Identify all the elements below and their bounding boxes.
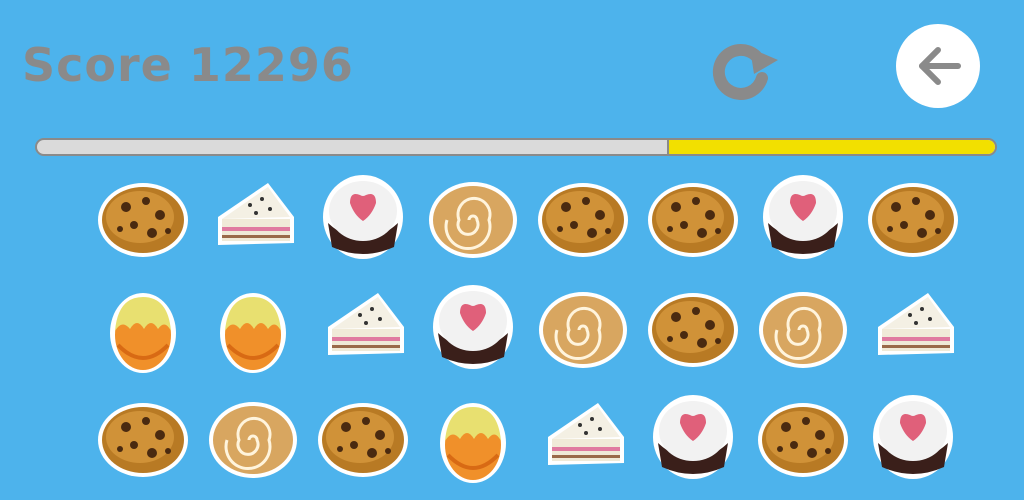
tile-cinnamon-roll[interactable]	[418, 165, 528, 275]
tile-cookie[interactable]	[308, 385, 418, 495]
tile-cookie[interactable]	[638, 275, 748, 385]
cinnamon-roll-icon	[539, 292, 627, 368]
tile-egg[interactable]	[88, 275, 198, 385]
tile-cake-slice[interactable]	[858, 275, 968, 385]
cookie-icon	[98, 403, 188, 477]
back-arrow-icon	[919, 47, 961, 85]
cupcake-icon	[873, 395, 953, 479]
egg-icon	[440, 403, 506, 483]
tile-cupcake[interactable]	[858, 385, 968, 495]
score-value: 12296	[188, 38, 354, 92]
score-label: Score	[22, 38, 173, 92]
tile-cupcake[interactable]	[638, 385, 748, 495]
cookie-icon	[98, 183, 188, 257]
cake-slice-icon	[218, 183, 294, 245]
tile-cinnamon-roll[interactable]	[748, 275, 858, 385]
tile-cookie[interactable]	[638, 165, 748, 275]
cupcake-icon	[763, 175, 843, 259]
cupcake-icon	[653, 395, 733, 479]
tile-egg[interactable]	[418, 385, 528, 495]
cupcake-icon	[433, 285, 513, 369]
back-button[interactable]	[896, 24, 980, 108]
tile-cinnamon-roll[interactable]	[198, 385, 308, 495]
cake-slice-icon	[328, 293, 404, 355]
restart-icon	[712, 44, 778, 100]
cookie-icon	[538, 183, 628, 257]
tile-cookie[interactable]	[858, 165, 968, 275]
restart-button[interactable]	[704, 38, 782, 102]
tile-cinnamon-roll[interactable]	[528, 275, 638, 385]
cookie-icon	[648, 293, 738, 367]
cinnamon-roll-icon	[429, 182, 517, 258]
tile-cupcake[interactable]	[308, 165, 418, 275]
tile-cookie[interactable]	[528, 165, 638, 275]
cookie-icon	[648, 183, 738, 257]
tile-cupcake[interactable]	[418, 275, 528, 385]
cookie-icon	[758, 403, 848, 477]
tile-cookie[interactable]	[748, 385, 858, 495]
tile-cookie[interactable]	[88, 385, 198, 495]
cinnamon-roll-icon	[759, 292, 847, 368]
progress-bar	[35, 138, 997, 156]
cookie-icon	[868, 183, 958, 257]
tile-cookie[interactable]	[88, 165, 198, 275]
cookie-icon	[318, 403, 408, 477]
cake-slice-icon	[878, 293, 954, 355]
game-board	[88, 165, 968, 495]
tile-cupcake[interactable]	[748, 165, 858, 275]
cupcake-icon	[323, 175, 403, 259]
egg-icon	[110, 293, 176, 373]
tile-egg[interactable]	[198, 275, 308, 385]
tile-cake-slice[interactable]	[528, 385, 638, 495]
game-screen: Score 12296	[0, 0, 1024, 500]
score-display: Score 12296	[22, 38, 354, 92]
cake-slice-icon	[548, 403, 624, 465]
tile-cake-slice[interactable]	[198, 165, 308, 275]
progress-fill	[667, 140, 995, 154]
tile-cake-slice[interactable]	[308, 275, 418, 385]
cinnamon-roll-icon	[209, 402, 297, 478]
egg-icon	[220, 293, 286, 373]
